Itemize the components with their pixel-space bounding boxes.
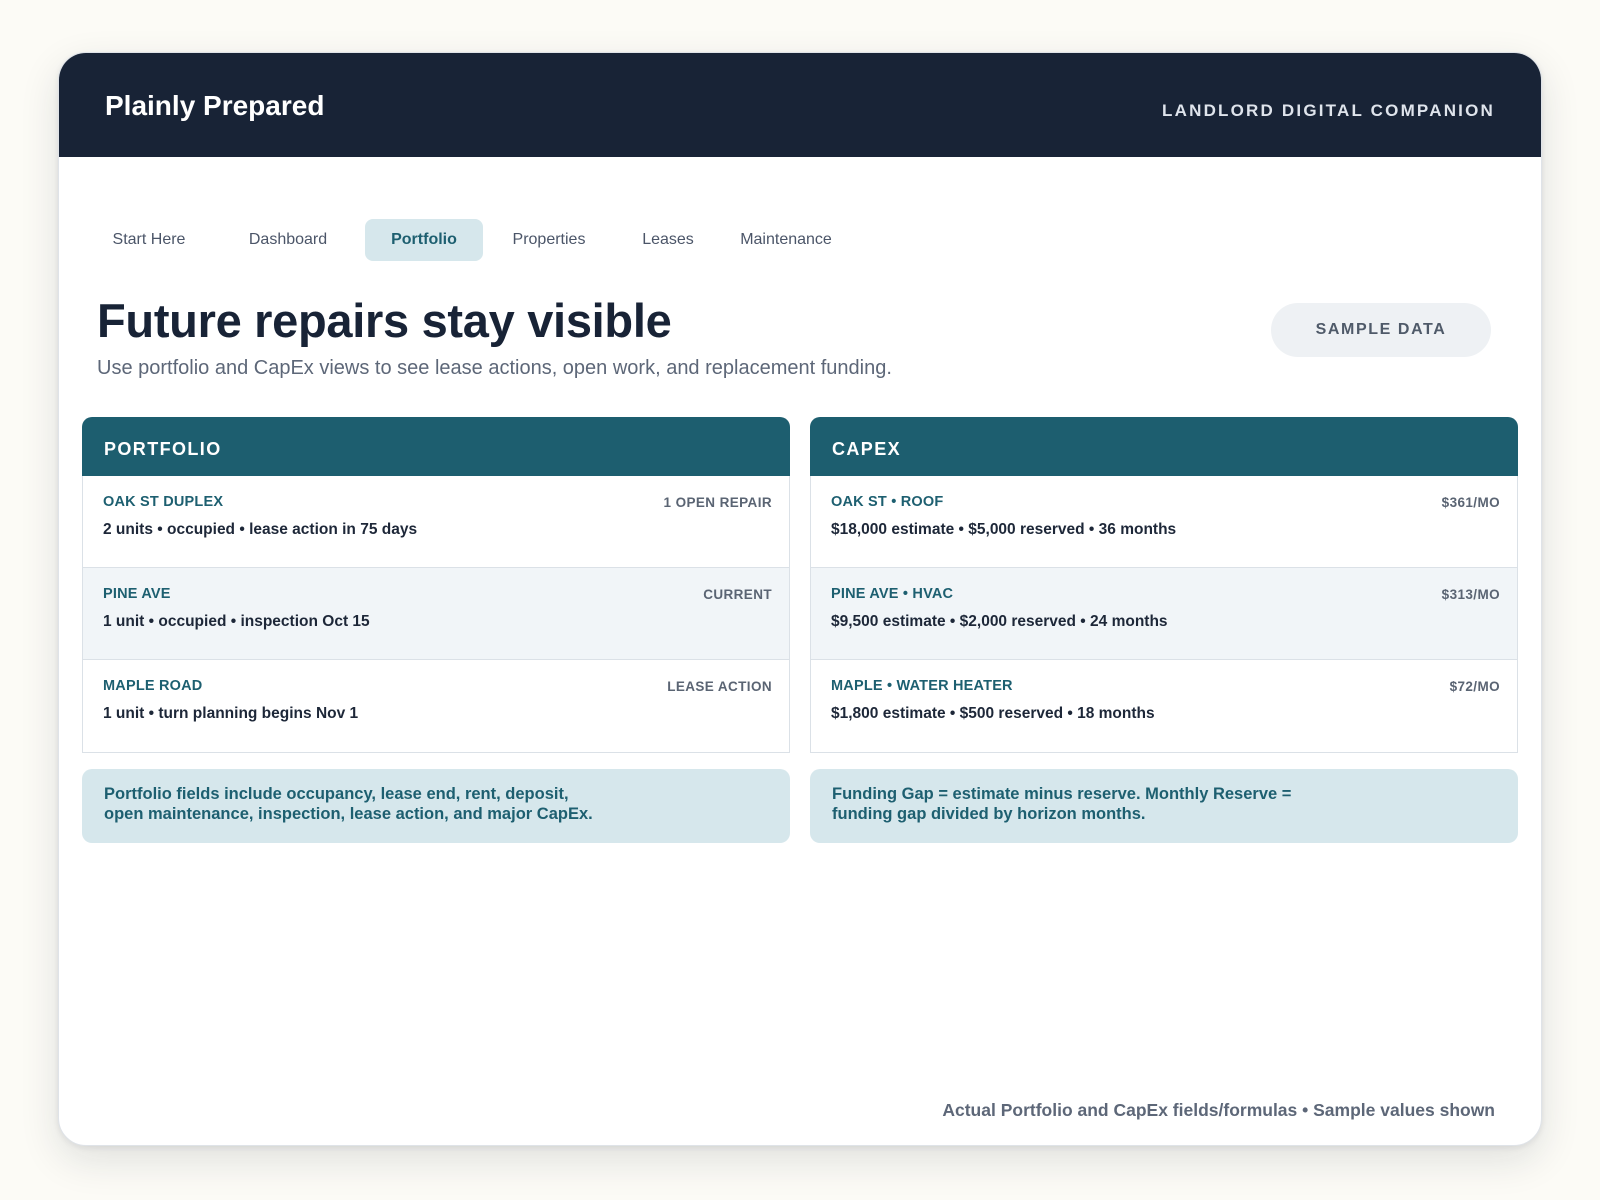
capex-row[interactable]: OAK ST • ROOF $361/MO $18,000 estimate •… <box>811 476 1517 568</box>
property-status: 1 OPEN REPAIR <box>663 495 772 510</box>
property-name: OAK ST DUPLEX <box>103 494 224 510</box>
property-detail: 1 unit • turn planning begins Nov 1 <box>103 705 359 722</box>
sample-data-badge: SAMPLE DATA <box>1271 303 1491 357</box>
capex-panel: CAPEX OAK ST • ROOF $361/MO $18,000 esti… <box>810 417 1518 843</box>
capex-item-detail: $9,500 estimate • $2,000 reserved • 24 m… <box>831 613 1168 630</box>
app-tagline: LANDLORD DIGITAL COMPANION <box>1162 101 1495 120</box>
page-title: Future repairs stay visible <box>97 294 672 347</box>
app-header: Plainly Prepared LANDLORD DIGITAL COMPAN… <box>59 53 1541 157</box>
property-status: CURRENT <box>703 587 772 602</box>
property-detail: 2 units • occupied • lease action in 75 … <box>103 521 418 538</box>
property-detail: 1 unit • occupied • inspection Oct 15 <box>103 613 370 630</box>
property-name: PINE AVE <box>103 586 171 602</box>
tab-properties[interactable]: Properties <box>499 219 599 261</box>
capex-note-line: funding gap divided by horizon months. <box>832 805 1146 823</box>
capex-item-name: MAPLE • WATER HEATER <box>831 678 1013 694</box>
property-status: LEASE ACTION <box>667 679 772 694</box>
tab-start-here[interactable]: Start Here <box>99 219 199 261</box>
tab-maintenance[interactable]: Maintenance <box>731 219 841 261</box>
portfolio-row[interactable]: PINE AVE CURRENT 1 unit • occupied • ins… <box>83 568 789 660</box>
capex-row[interactable]: MAPLE • WATER HEATER $72/MO $1,800 estim… <box>811 660 1517 752</box>
capex-list: OAK ST • ROOF $361/MO $18,000 estimate •… <box>810 476 1518 753</box>
portfolio-note-line: open maintenance, inspection, lease acti… <box>104 805 593 823</box>
tab-portfolio[interactable]: Portfolio <box>365 219 483 261</box>
capex-item-detail: $18,000 estimate • $5,000 reserved • 36 … <box>831 521 1177 538</box>
capex-monthly-reserve: $361/MO <box>1441 495 1500 510</box>
property-name: MAPLE ROAD <box>103 678 203 694</box>
portfolio-list: OAK ST DUPLEX 1 OPEN REPAIR 2 units • oc… <box>82 476 790 753</box>
brand-title: Plainly Prepared <box>105 90 325 121</box>
portfolio-row[interactable]: OAK ST DUPLEX 1 OPEN REPAIR 2 units • oc… <box>83 476 789 568</box>
capex-item-name: OAK ST • ROOF <box>831 494 944 510</box>
capex-note-line: Funding Gap = estimate minus reserve. Mo… <box>832 785 1292 803</box>
footer-caption: Actual Portfolio and CapEx fields/formul… <box>942 1100 1495 1120</box>
capex-item-detail: $1,800 estimate • $500 reserved • 18 mon… <box>831 705 1155 722</box>
capex-monthly-reserve: $72/MO <box>1449 679 1500 694</box>
portfolio-note: Portfolio fields include occupancy, leas… <box>82 769 790 843</box>
page-subtitle: Use portfolio and CapEx views to see lea… <box>97 357 892 379</box>
portfolio-panel: PORTFOLIO OAK ST DUPLEX 1 OPEN REPAIR 2 … <box>82 417 790 843</box>
capex-note: Funding Gap = estimate minus reserve. Mo… <box>810 769 1518 843</box>
app-window: Plainly Prepared LANDLORD DIGITAL COMPAN… <box>58 52 1542 1146</box>
tab-dashboard[interactable]: Dashboard <box>233 219 343 261</box>
capex-row[interactable]: PINE AVE • HVAC $313/MO $9,500 estimate … <box>811 568 1517 660</box>
portfolio-row[interactable]: MAPLE ROAD LEASE ACTION 1 unit • turn pl… <box>83 660 789 752</box>
tab-leases[interactable]: Leases <box>623 219 713 261</box>
capex-item-name: PINE AVE • HVAC <box>831 586 954 602</box>
capex-monthly-reserve: $313/MO <box>1441 587 1500 602</box>
portfolio-panel-heading: PORTFOLIO <box>82 417 790 476</box>
capex-panel-heading: CAPEX <box>810 417 1518 476</box>
portfolio-note-line: Portfolio fields include occupancy, leas… <box>104 785 569 803</box>
